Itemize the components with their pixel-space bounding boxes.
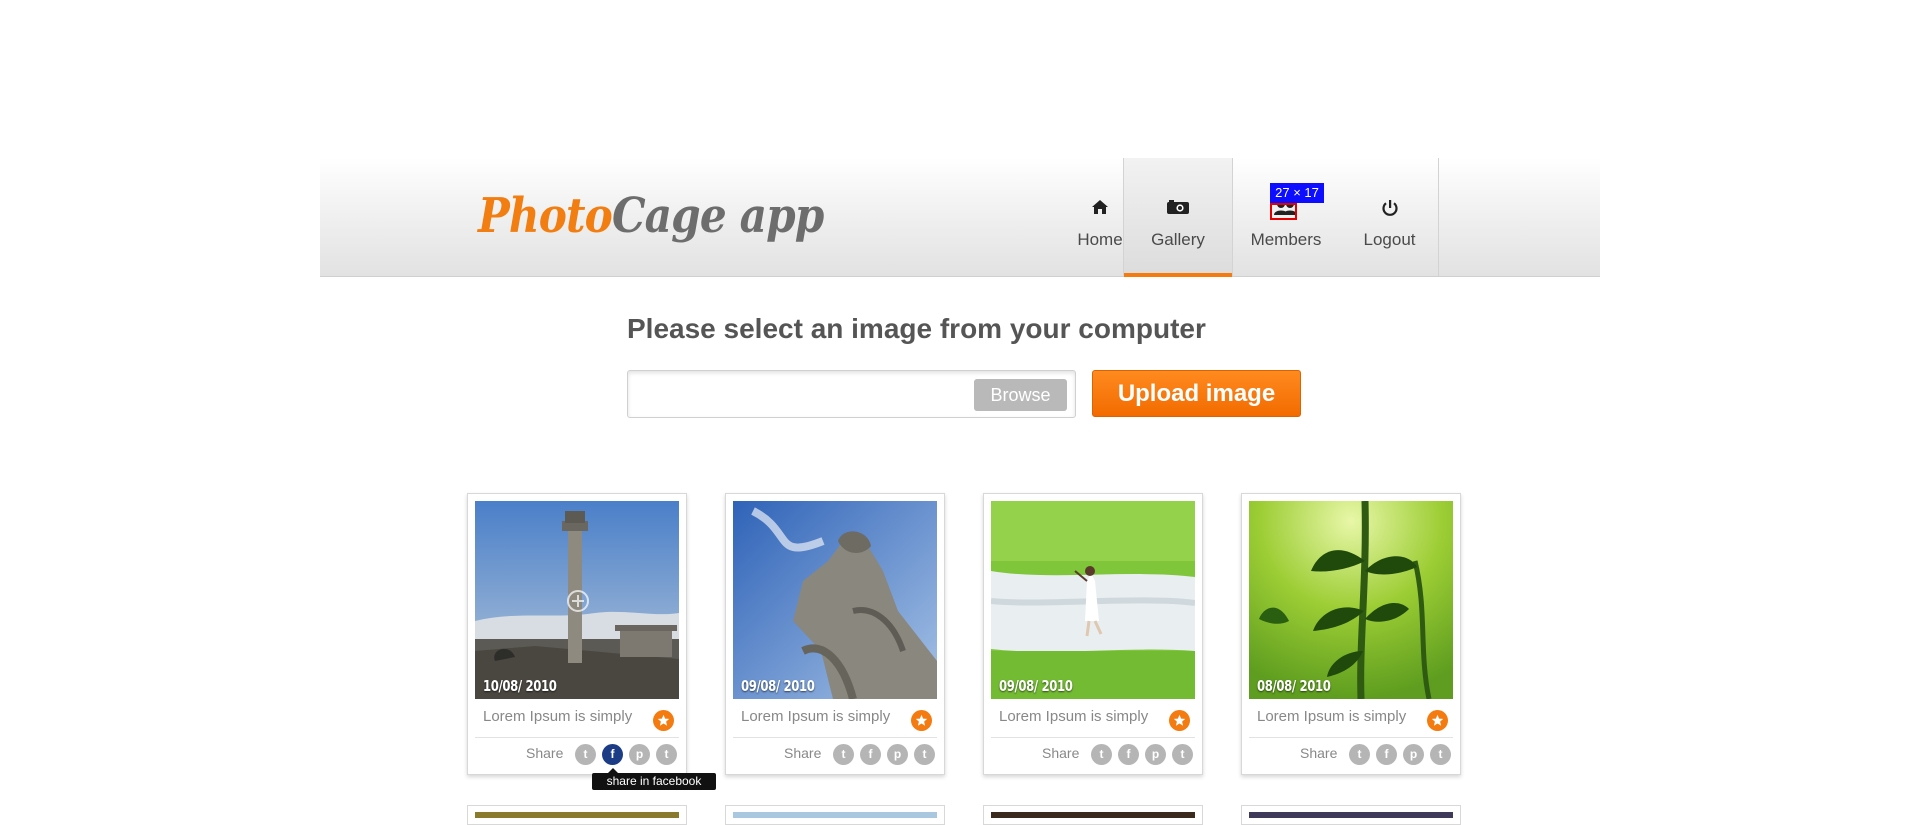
share-label: Share — [784, 745, 822, 761]
app-header: PhotoCage app Home Gallery Members Logou… — [320, 158, 1600, 277]
share-label: Share — [1300, 745, 1338, 761]
favorite-star-button[interactable] — [911, 710, 932, 731]
nav-item-logout[interactable]: Logout — [1341, 158, 1439, 276]
card-title: Lorem Ipsum is simply — [999, 708, 1149, 725]
card-title: Lorem Ipsum is simply — [741, 708, 891, 725]
facebook-icon[interactable]: f — [602, 744, 623, 765]
twitter-icon[interactable]: t — [1349, 744, 1370, 765]
favorite-star-button[interactable] — [1427, 710, 1448, 731]
tumblr-icon[interactable]: t — [914, 744, 935, 765]
facebook-icon[interactable]: f — [1376, 744, 1397, 765]
twitter-icon[interactable]: t — [575, 744, 596, 765]
nav-label-logout: Logout — [1363, 230, 1416, 249]
card-divider — [991, 737, 1195, 738]
card-divider — [1249, 737, 1453, 738]
favorite-star-button[interactable] — [1169, 710, 1190, 731]
photo-date: 09/08/ 2010 — [999, 677, 1073, 695]
photo-thumbnail[interactable] — [733, 812, 937, 818]
star-icon — [915, 714, 928, 726]
star-icon — [1173, 714, 1186, 726]
nav-label-members: Members — [1250, 230, 1322, 249]
photo-card[interactable]: 09/08/ 2010 Lorem Ipsum is simply Share … — [983, 493, 1203, 775]
card-title: Lorem Ipsum is simply — [483, 708, 633, 725]
photo-card[interactable] — [983, 805, 1203, 825]
photo-date: 10/08/ 2010 — [483, 677, 557, 695]
tumblr-icon[interactable]: t — [1172, 744, 1193, 765]
twitter-icon[interactable]: t — [833, 744, 854, 765]
photo-card[interactable] — [725, 805, 945, 825]
photo-card[interactable]: 10/08/ 2010 Lorem Ipsum is simply Share … — [467, 493, 687, 775]
photo-thumbnail[interactable] — [1249, 812, 1453, 818]
pinterest-icon[interactable]: p — [629, 744, 650, 765]
photo-date: 08/08/ 2010 — [1257, 677, 1331, 695]
photo-card[interactable] — [1241, 805, 1461, 825]
card-divider — [733, 737, 937, 738]
tumblr-icon[interactable]: t — [656, 744, 677, 765]
nav-label-gallery: Gallery — [1151, 230, 1205, 249]
app-logo[interactable]: PhotoCage app — [478, 192, 824, 240]
browse-button[interactable]: Browse — [974, 379, 1067, 411]
photo-card[interactable]: 08/08/ 2010 Lorem Ipsum is simply Share … — [1241, 493, 1461, 775]
twitter-icon[interactable]: t — [1091, 744, 1112, 765]
share-label: Share — [1042, 745, 1080, 761]
photo-date: 09/08/ 2010 — [741, 677, 815, 695]
photo-thumbnail[interactable]: 09/08/ 2010 — [733, 501, 937, 699]
share-label: Share — [526, 745, 564, 761]
photo-thumbnail[interactable]: 10/08/ 2010 — [475, 501, 679, 699]
facebook-icon[interactable]: f — [1118, 744, 1139, 765]
pinterest-icon[interactable]: p — [1403, 744, 1424, 765]
photo-thumbnail[interactable] — [991, 812, 1195, 818]
share-facebook-tooltip: share in facebook — [592, 768, 716, 790]
photo-thumbnail[interactable]: 08/08/ 2010 — [1249, 501, 1453, 699]
camera-icon — [1124, 199, 1232, 217]
star-icon — [657, 714, 670, 726]
star-icon — [1431, 714, 1444, 726]
photo-card[interactable] — [467, 805, 687, 825]
logo-text-photo: Photo — [478, 188, 613, 244]
logo-text-cage-app: Cage app — [611, 188, 824, 244]
facebook-icon[interactable]: f — [860, 744, 881, 765]
tumblr-icon[interactable]: t — [1430, 744, 1451, 765]
photo-card[interactable]: 09/08/ 2010 Lorem Ipsum is simply Share … — [725, 493, 945, 775]
card-divider — [475, 737, 679, 738]
photo-thumbnail[interactable] — [475, 812, 679, 818]
upload-title: Please select an image from your compute… — [627, 313, 1206, 344]
favorite-star-button[interactable] — [653, 710, 674, 731]
power-icon — [1341, 199, 1438, 217]
pinterest-icon[interactable]: p — [1145, 744, 1166, 765]
card-title: Lorem Ipsum is simply — [1257, 708, 1407, 725]
highlight-box — [1270, 203, 1297, 220]
pinterest-icon[interactable]: p — [887, 744, 908, 765]
nav-item-gallery[interactable]: Gallery — [1123, 158, 1233, 277]
dimension-tag: 27 × 17 — [1270, 183, 1324, 203]
upload-image-button[interactable]: Upload image — [1092, 370, 1301, 417]
photo-thumbnail[interactable]: 09/08/ 2010 — [991, 501, 1195, 699]
